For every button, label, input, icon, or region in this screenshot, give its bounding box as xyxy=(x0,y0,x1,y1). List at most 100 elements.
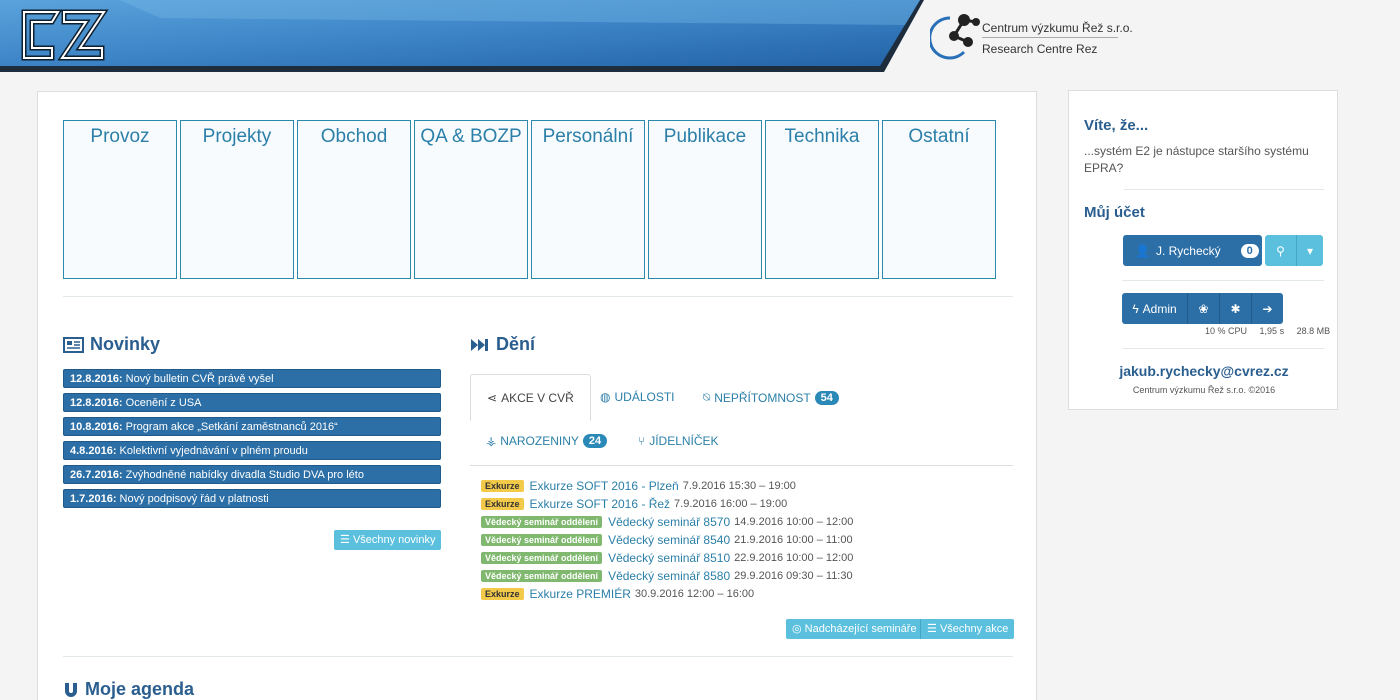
event-type-label: Vědecký seminář oddělení xyxy=(481,534,603,546)
news-date: 10.8.2016: xyxy=(70,421,123,433)
tile-projekty[interactable]: Projekty xyxy=(180,120,294,279)
partner-divider xyxy=(982,37,1118,38)
deni-tabs: ⋖ AKCE V CVŘ ◍ UDÁLOSTI ⍉ NEPŘÍTOMNOST 5… xyxy=(470,374,1013,466)
tile-provoz[interactable]: Provoz xyxy=(63,120,177,279)
share-icon: ⋖ xyxy=(487,390,498,405)
event-type-label: Vědecký seminář oddělení xyxy=(481,570,603,582)
search-icon[interactable]: ⚲ xyxy=(1265,235,1297,266)
news-text: Nový podpisový řád v platnosti xyxy=(119,493,269,505)
event-row: Exkurze Exkurze PREMIÉR 30.9.2016 12:00 … xyxy=(481,585,853,603)
news-text: Kolektivní vyjednávání v plném proudu xyxy=(119,445,308,457)
user-email-link[interactable]: jakub.rychecky@cvrez.cz xyxy=(1069,363,1339,379)
news-date: 12.8.2016: xyxy=(70,373,123,385)
news-text: Nový bulletin CVŘ právě vyšel xyxy=(125,373,274,385)
tab-akce-label: AKCE V CVŘ xyxy=(501,390,574,405)
agenda-title: Moje agenda xyxy=(85,679,195,699)
upcoming-seminars-label: Nadcházející semináře xyxy=(804,623,917,635)
novinky-heading: Novinky xyxy=(63,334,160,355)
main-panel: Provoz Projekty Obchod QA & BOZP Personá… xyxy=(37,91,1037,700)
event-date: 7.9.2016 16:00 – 19:00 xyxy=(674,498,788,510)
user-name: J. Rychecký xyxy=(1155,243,1221,258)
divider xyxy=(1124,189,1324,190)
upcoming-seminars-button[interactable]: ◎ Nadcházející semináře xyxy=(786,619,923,639)
partner-name-cz: Centrum výzkumu Řež s.r.o. xyxy=(982,21,1133,35)
cutlery-icon: ⑂ xyxy=(638,434,646,448)
event-link[interactable]: Exkurze SOFT 2016 - Plzeň xyxy=(530,479,679,493)
fast-forward-icon xyxy=(471,338,488,351)
admin-button[interactable]: ϟ Admin xyxy=(1122,293,1188,324)
event-type-label: Exkurze xyxy=(481,480,524,492)
tab-udalosti-label: UDÁLOSTI xyxy=(614,390,675,404)
news-item[interactable]: 12.8.2016: Nový bulletin CVŘ právě vyšel xyxy=(63,369,441,388)
copyright: Centrum výzkumu Řež s.r.o. ©2016 xyxy=(1132,385,1276,395)
news-text: Ocenění z USA xyxy=(125,397,202,409)
event-link[interactable]: Exkurze PREMIÉR xyxy=(530,587,631,601)
tab-narozeniny[interactable]: ⚶ NAROZENINY 24 xyxy=(486,434,608,448)
nepritomnost-count-badge: 54 xyxy=(814,390,839,405)
event-date: 14.9.2016 10:00 – 12:00 xyxy=(734,516,854,528)
tab-nepritomnost-label: NEPŘÍTOMNOST xyxy=(714,390,811,405)
news-item[interactable]: 1.7.2016: Nový podpisový řád v platnosti xyxy=(63,489,441,508)
ez-logo-icon[interactable] xyxy=(18,8,110,62)
chevron-down-icon[interactable]: ▾ xyxy=(1297,235,1323,266)
event-link[interactable]: Vědecký seminář 8540 xyxy=(608,533,730,547)
event-link[interactable]: Vědecký seminář 8510 xyxy=(608,551,730,565)
event-link[interactable]: Vědecký seminář 8580 xyxy=(608,569,730,583)
arrow-circle-right-icon[interactable]: ➔ xyxy=(1252,293,1283,324)
tile-qa-bozp[interactable]: QA & BOZP xyxy=(414,120,528,279)
list-icon: ☰ xyxy=(927,623,937,635)
header-banner xyxy=(0,0,924,72)
tile-ostatni[interactable]: Ostatní xyxy=(882,120,996,279)
tab-udalosti[interactable]: ◍ UDÁLOSTI xyxy=(600,390,675,404)
event-date: 22.9.2016 10:00 – 12:00 xyxy=(734,552,854,564)
news-item[interactable]: 12.8.2016: Ocenění z USA xyxy=(63,393,441,412)
news-item[interactable]: 10.8.2016: Program akce „Setkání zaměstn… xyxy=(63,417,441,436)
tile-publikace[interactable]: Publikace xyxy=(648,120,762,279)
event-row: Exkurze Exkurze SOFT 2016 - Plzeň 7.9.20… xyxy=(481,477,853,495)
paw-icon[interactable]: ❀ xyxy=(1188,293,1220,324)
partner-logo[interactable]: Centrum výzkumu Řež s.r.o. Research Cent… xyxy=(930,12,1133,62)
news-item[interactable]: 26.7.2016: Zvýhodněné nabídky divadla St… xyxy=(63,465,441,484)
admin-button-group: ϟ Admin ❀ ✱ ➔ xyxy=(1122,293,1283,324)
news-item[interactable]: 4.8.2016: Kolektivní vyjednávání v plném… xyxy=(63,441,441,460)
news-list: 12.8.2016: Nový bulletin CVŘ právě vyšel… xyxy=(63,369,441,513)
news-date: 26.7.2016: xyxy=(70,469,123,481)
user-button[interactable]: 👤 J. Rychecký 0 xyxy=(1123,235,1262,266)
event-row: Exkurze Exkurze SOFT 2016 - Řež 7.9.2016… xyxy=(481,495,853,513)
event-link[interactable]: Exkurze SOFT 2016 - Řež xyxy=(530,497,671,511)
performance-stats: 10 % CPU 1,95 s 28.8 MB xyxy=(1205,326,1330,336)
event-link[interactable]: Vědecký seminář 8570 xyxy=(608,515,730,529)
tab-nepritomnost[interactable]: ⍉ NEPŘÍTOMNOST 54 xyxy=(703,390,839,405)
all-news-button[interactable]: ☰ Všechny novinky xyxy=(334,530,442,550)
agenda-heading: Moje agenda xyxy=(63,679,194,700)
list-icon: ☰ xyxy=(340,534,350,546)
magnet-icon xyxy=(65,682,77,697)
module-tiles: Provoz Projekty Obchod QA & BOZP Personá… xyxy=(63,120,996,279)
all-news-label: Všechny novinky xyxy=(352,534,436,546)
tile-personalni[interactable]: Personální xyxy=(531,120,645,279)
all-events-button[interactable]: ☰ Všechny akce xyxy=(920,619,1015,639)
did-you-know-text: ...systém E2 je nástupce staršího systém… xyxy=(1084,144,1309,175)
bug-icon[interactable]: ✱ xyxy=(1220,293,1252,324)
tile-technika[interactable]: Technika xyxy=(765,120,879,279)
tab-jidelnicek[interactable]: ⑂ JÍDELNÍČEK xyxy=(638,434,719,448)
events-list: Exkurze Exkurze SOFT 2016 - Plzeň 7.9.20… xyxy=(481,477,853,603)
divider xyxy=(1122,280,1324,281)
account-title: Můj účet xyxy=(1084,204,1145,221)
search-button-group: ⚲ ▾ xyxy=(1265,235,1323,266)
event-type-label: Exkurze xyxy=(481,498,524,510)
user-icon: 👤 xyxy=(1135,243,1150,258)
news-text: Program akce „Setkání zaměstnanců 2016“ xyxy=(125,421,338,433)
tile-obchod[interactable]: Obchod xyxy=(297,120,411,279)
event-date: 29.9.2016 09:30 – 11:30 xyxy=(734,570,853,582)
time-stat: 1,95 s xyxy=(1259,326,1285,336)
tab-akce[interactable]: ⋖ AKCE V CVŘ xyxy=(470,374,591,421)
tab-jidelnicek-label: JÍDELNÍČEK xyxy=(649,434,719,448)
target-icon: ◎ xyxy=(792,623,802,635)
event-date: 30.9.2016 12:00 – 16:00 xyxy=(634,588,755,600)
memory-stat: 28.8 MB xyxy=(1296,326,1331,336)
header: Centrum výzkumu Řež s.r.o. Research Cent… xyxy=(0,0,1400,76)
event-date: 21.9.2016 10:00 – 11:00 xyxy=(734,534,853,546)
deni-heading: Dění xyxy=(470,334,535,355)
news-date: 1.7.2016: xyxy=(70,493,117,505)
